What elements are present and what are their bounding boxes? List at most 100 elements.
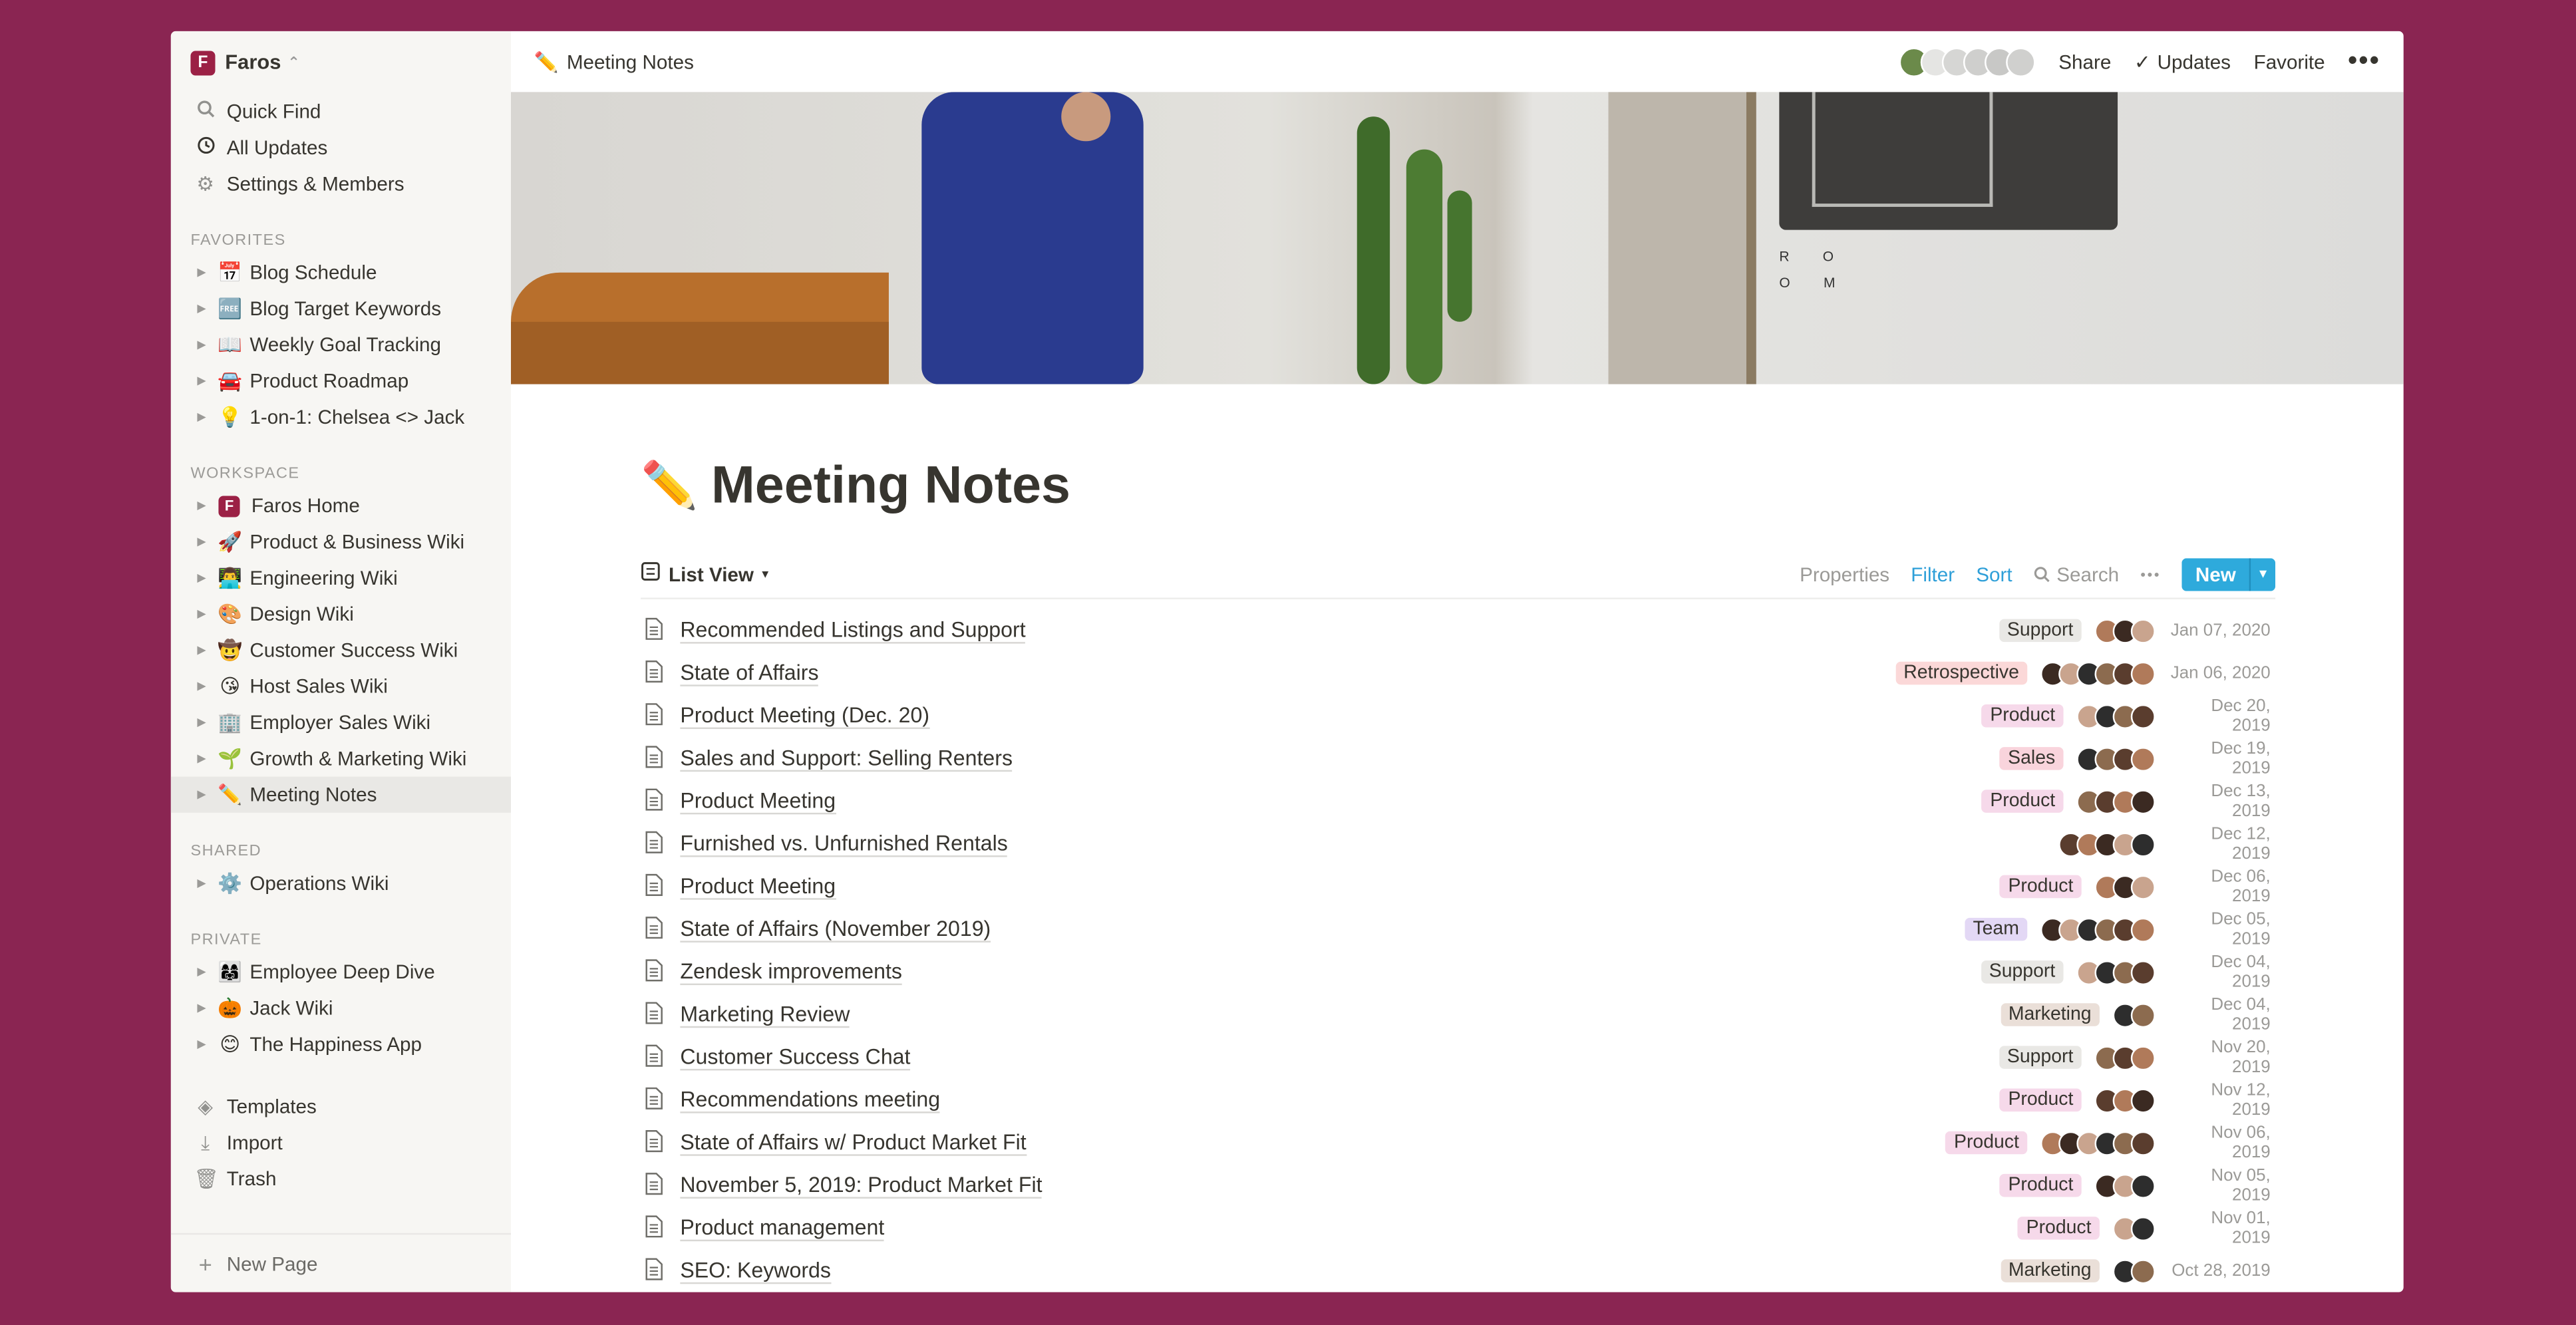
list-item[interactable]: Recommended Listings and Support Support J… <box>641 609 2275 652</box>
list-item[interactable]: Product Meeting Product Dec 06, 2019 <box>641 865 2275 908</box>
properties-button[interactable]: Properties <box>1800 562 1889 585</box>
expand-triangle-icon[interactable]: ▶ <box>197 1002 217 1014</box>
list-item[interactable]: Marketing Review Marketing Dec 04, 2019 <box>641 993 2275 1036</box>
expand-triangle-icon[interactable]: ▶ <box>197 535 217 548</box>
list-item[interactable]: State of Affairs w/ Product Market Fit Pr… <box>641 1121 2275 1164</box>
list-item-title[interactable]: Zendesk improvements <box>680 959 903 986</box>
sidebar-item[interactable]: ▶ 😊 The Happiness App <box>171 1026 511 1062</box>
expand-triangle-icon[interactable]: ▶ <box>197 1038 217 1050</box>
list-item-title[interactable]: Product management <box>680 1215 885 1242</box>
list-item-title[interactable]: Sales and Support: Selling Renters <box>680 746 1013 772</box>
quick-find[interactable]: Quick Find <box>171 94 511 130</box>
page-title[interactable]: ✏️ Meeting Notes <box>641 455 2275 515</box>
list-item-title[interactable]: State of Affairs w/ Product Market Fit <box>680 1129 1027 1156</box>
expand-triangle-icon[interactable]: ▶ <box>197 680 217 692</box>
expand-triangle-icon[interactable]: ▶ <box>197 788 217 801</box>
collaborator-avatars[interactable] <box>1899 47 2036 76</box>
sidebar-item[interactable]: ▶ 🎃 Jack Wiki <box>171 990 511 1026</box>
expand-triangle-icon[interactable]: ▶ <box>197 410 217 424</box>
view-switcher[interactable]: List View ▾ <box>641 561 768 586</box>
list-item-title[interactable]: Recommended Listings and Support <box>680 617 1026 644</box>
more-menu-icon[interactable]: ••• <box>2348 47 2380 76</box>
list-item[interactable]: Furnished vs. Unfurnished Rentals Dec 12,… <box>641 823 2275 865</box>
page-emoji-icon: ✏️ <box>218 783 243 806</box>
new-page-button[interactable]: + New Page <box>170 1233 511 1292</box>
list-item[interactable]: Product Meeting Product Dec 13, 2019 <box>641 780 2275 822</box>
expand-triangle-icon[interactable]: ▶ <box>197 499 217 512</box>
sidebar-item[interactable]: ▶ 👩‍👩‍👧 Employee Deep Dive <box>171 954 511 990</box>
share-button[interactable]: Share <box>2058 50 2111 73</box>
list-item-title[interactable]: State of Affairs <box>680 660 819 686</box>
workspace-switcher[interactable]: F Faros ⌃ <box>171 31 511 94</box>
list-item[interactable]: Customer Success Chat Support Nov 20, 2019 <box>641 1036 2275 1079</box>
expand-triangle-icon[interactable]: ▶ <box>197 266 217 279</box>
list-item-title[interactable]: November 5, 2019: Product Market Fit <box>680 1172 1043 1199</box>
all-updates[interactable]: All Updates <box>171 130 511 166</box>
sidebar-item[interactable]: ▶ 🏢 Employer Sales Wiki <box>171 704 511 740</box>
list-item-title[interactable]: Customer Success Chat <box>680 1044 911 1071</box>
import-item[interactable]: ⤓ Import <box>171 1125 511 1161</box>
expand-triangle-icon[interactable]: ▶ <box>197 752 217 765</box>
attendee-avatars <box>2112 1258 2156 1284</box>
sidebar-item[interactable]: ▶ 📅 Blog Schedule <box>171 255 511 291</box>
expand-triangle-icon[interactable]: ▶ <box>197 338 217 351</box>
expand-triangle-icon[interactable]: ▶ <box>197 571 217 584</box>
tag-badge: Team <box>1965 917 2028 941</box>
sidebar-item[interactable]: ▶ 🚀 Product & Business Wiki <box>171 523 511 559</box>
document-icon <box>644 1129 671 1157</box>
sidebar-item[interactable]: ▶ 💡 1-on-1: Chelsea <> Jack <box>171 399 511 435</box>
trash-item[interactable]: 🗑 Trash <box>171 1161 511 1197</box>
filter-button[interactable]: Filter <box>1911 562 1955 585</box>
list-item-title[interactable]: Marketing Review <box>680 1002 850 1028</box>
expand-triangle-icon[interactable]: ▶ <box>197 716 217 729</box>
attendee-avatars <box>2076 746 2156 771</box>
list-item-title[interactable]: Furnished vs. Unfurnished Rentals <box>680 831 1008 857</box>
list-item[interactable]: Sales and Support: Selling Renters Sales D… <box>641 737 2275 780</box>
sort-button[interactable]: Sort <box>1976 562 2012 585</box>
list-item[interactable]: SEO: Keywords Marketing Oct 28, 2019 <box>641 1249 2275 1292</box>
breadcrumb[interactable]: ✏️ Meeting Notes <box>534 50 694 73</box>
list-item[interactable]: State of Affairs (November 2019) Team Dec … <box>641 908 2275 951</box>
list-item[interactable]: State of Affairs Retrospective Jan 06, 202… <box>641 652 2275 694</box>
sidebar-item[interactable]: ▶ F Faros Home <box>171 488 511 523</box>
list-item[interactable]: Recommendations meeting Product Nov 12, 20… <box>641 1079 2275 1121</box>
sidebar-item[interactable]: ▶ 🤠 Customer Success Wiki <box>171 632 511 668</box>
expand-triangle-icon[interactable]: ▶ <box>197 607 217 621</box>
more-options-icon[interactable]: ••• <box>2140 565 2161 582</box>
favorite-button[interactable]: Favorite <box>2254 50 2325 73</box>
templates-item[interactable]: ◈ Templates <box>171 1089 511 1125</box>
expand-triangle-icon[interactable]: ▶ <box>197 374 217 387</box>
expand-triangle-icon[interactable]: ▶ <box>197 644 217 657</box>
new-button[interactable]: New ▾ <box>2182 557 2276 591</box>
list-item[interactable]: Zendesk improvements Support Dec 04, 2019 <box>641 951 2275 993</box>
sidebar-item-label: Employee Deep Dive <box>249 960 435 984</box>
expand-triangle-icon[interactable]: ▶ <box>197 877 217 890</box>
sidebar-item[interactable]: ▶ ✏️ Meeting Notes <box>170 776 511 813</box>
list-item-title[interactable]: Product Meeting <box>680 788 836 815</box>
sidebar-item[interactable]: ▶ 👨‍💻 Engineering Wiki <box>171 560 511 596</box>
sidebar-item[interactable]: ▶ 🚘 Product Roadmap <box>171 363 511 399</box>
sidebar-item[interactable]: ▶ 🆓 Blog Target Keywords <box>171 291 511 327</box>
list-item[interactable]: November 5, 2019: Product Market Fit Prod… <box>641 1164 2275 1207</box>
expand-triangle-icon[interactable]: ▶ <box>197 965 217 978</box>
chevron-down-icon[interactable]: ▾ <box>2249 557 2276 591</box>
updates-button[interactable]: ✓ Updates <box>2134 50 2231 73</box>
list-item[interactable]: Product management Product Nov 01, 2019 <box>641 1207 2275 1249</box>
list-item-title[interactable]: Product Meeting (Dec. 20) <box>680 702 930 729</box>
expand-triangle-icon[interactable]: ▶ <box>197 302 217 315</box>
settings-members[interactable]: ⚙ Settings & Members <box>171 166 511 202</box>
sidebar-item[interactable]: ▶ ⚙️ Operations Wiki <box>171 865 511 901</box>
sidebar-item[interactable]: ▶ 🌱 Growth & Marketing Wiki <box>171 740 511 776</box>
sidebar-item[interactable]: ▶ 😘 Host Sales Wiki <box>171 668 511 704</box>
document-icon <box>644 788 671 815</box>
list-item-title[interactable]: Recommendations meeting <box>680 1087 941 1113</box>
sidebar-item[interactable]: ▶ 🎨 Design Wiki <box>171 596 511 632</box>
list-item-title[interactable]: State of Affairs (November 2019) <box>680 916 991 943</box>
avatar <box>2130 1002 2156 1027</box>
sidebar-item[interactable]: ▶ 📖 Weekly Goal Tracking <box>171 327 511 363</box>
search-button[interactable]: Search <box>2034 562 2119 585</box>
list-item-title[interactable]: SEO: Keywords <box>680 1258 831 1284</box>
list-item[interactable]: Product Meeting (Dec. 20) Product Dec 20, … <box>641 694 2275 737</box>
list-item-title[interactable]: Product Meeting <box>680 873 836 900</box>
page-title-text: Meeting Notes <box>711 454 1070 514</box>
